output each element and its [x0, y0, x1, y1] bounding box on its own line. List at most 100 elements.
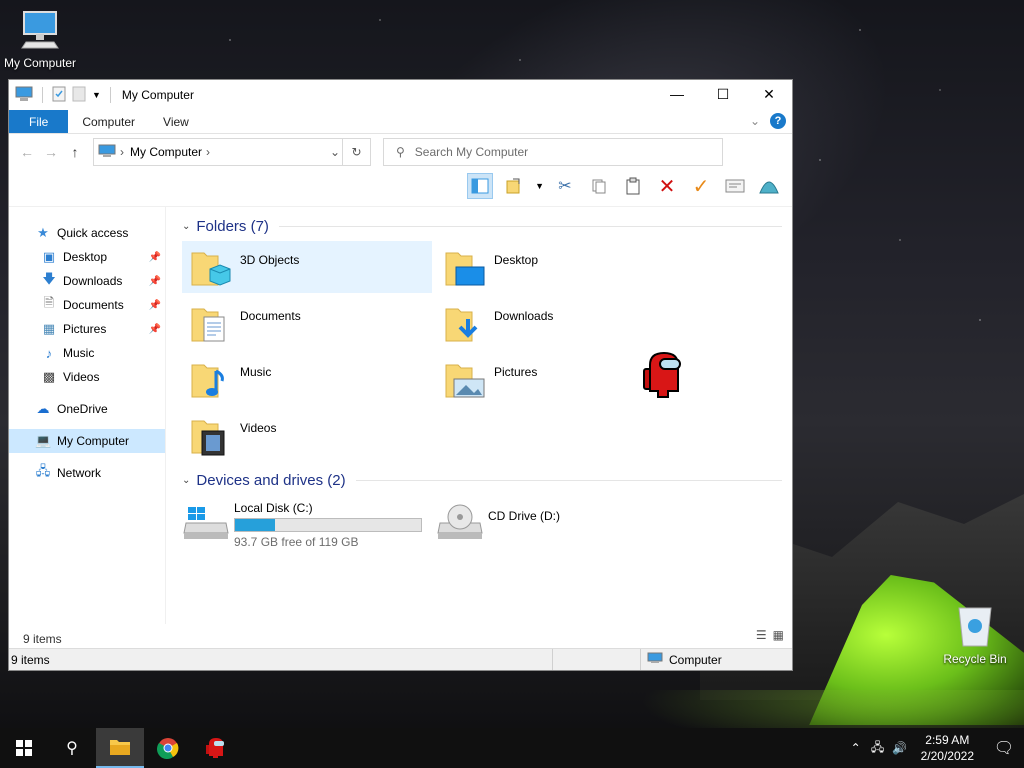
film-icon: ▩	[42, 369, 56, 384]
search-input[interactable]: ⚲ Search My Computer	[383, 138, 723, 166]
large-icons-view-icon[interactable]: ▦	[773, 628, 784, 642]
drive-local-disk-c[interactable]: Local Disk (C:) 93.7 GB free of 119 GB	[182, 499, 436, 553]
nav-my-computer[interactable]: 💻 My Computer	[9, 429, 165, 453]
properties-icon[interactable]	[52, 86, 66, 105]
network-icon[interactable]: 🖧	[867, 738, 889, 759]
nav-label: OneDrive	[57, 402, 108, 416]
pin-icon[interactable]: 📌	[149, 276, 161, 287]
nav-quick-access[interactable]: ★ Quick access	[9, 221, 165, 245]
quick-access-toolbar: ▼	[15, 86, 114, 105]
chevron-down-icon[interactable]: ⌄	[182, 475, 190, 486]
document-icon: 🗎	[43, 295, 55, 310]
email-icon[interactable]	[722, 173, 748, 199]
address-dropdown-icon[interactable]: ⌄	[330, 145, 340, 159]
nav-pictures[interactable]: ▦ Pictures 📌	[9, 317, 165, 341]
nav-music[interactable]: ♪ Music	[9, 341, 165, 365]
pin-icon[interactable]: 📌	[149, 324, 161, 335]
folder-documents[interactable]: Documents	[182, 297, 432, 349]
forward-button[interactable]: →	[39, 144, 63, 160]
group-title: Folders (7)	[196, 217, 269, 235]
folder-music[interactable]: Music	[182, 353, 432, 405]
nav-label: Network	[57, 466, 102, 480]
drive-free-space: 93.7 GB free of 119 GB	[234, 535, 359, 549]
nav-documents[interactable]: 🗎 Documents 📌	[9, 293, 165, 317]
ribbon-tabs: File Computer View ⌄ ?	[9, 110, 792, 134]
taskbar-file-explorer[interactable]	[96, 728, 144, 768]
search-button[interactable]: ⚲	[48, 728, 96, 768]
copy-icon[interactable]	[586, 173, 612, 199]
shell-icon[interactable]	[756, 173, 782, 199]
star-icon: ★	[37, 225, 49, 240]
title-bar[interactable]: ▼ My Computer — ☐ ✕	[9, 80, 792, 110]
nav-videos[interactable]: ▩ Videos	[9, 365, 165, 389]
cd-drive-icon	[437, 504, 483, 539]
folder-desktop[interactable]: Desktop	[436, 241, 686, 293]
taskbar-chrome[interactable]	[144, 728, 192, 768]
close-button[interactable]: ✕	[746, 80, 792, 108]
pin-icon[interactable]: 📌	[149, 252, 161, 263]
drives-group-header[interactable]: ⌄ Devices and drives (2)	[182, 469, 792, 491]
computer-icon	[98, 144, 116, 161]
drives-grid: Local Disk (C:) 93.7 GB free of 119 GB C…	[182, 499, 792, 553]
minimize-button[interactable]: —	[654, 80, 700, 108]
navigation-pane-button[interactable]	[467, 173, 494, 199]
recycle-bin-icon	[958, 607, 992, 647]
window-controls: — ☐ ✕	[654, 80, 792, 108]
refresh-button[interactable]: ↻	[342, 139, 370, 165]
rename-check-icon[interactable]: ✓	[688, 173, 714, 199]
crewmate-icon	[206, 738, 224, 758]
tab-view[interactable]: View	[149, 110, 203, 133]
folder-3d-objects[interactable]: 3D Objects	[182, 241, 432, 293]
nav-onedrive[interactable]: ☁ OneDrive	[9, 397, 165, 421]
download-arrow-icon: 🡇	[42, 271, 56, 286]
crewmate-character-icon[interactable]	[642, 351, 686, 401]
notifications-icon[interactable]: 🗨	[984, 738, 1024, 758]
desktop-icon-label: My Computer	[3, 56, 77, 70]
window-title: My Computer	[121, 88, 194, 102]
back-button[interactable]: ←	[15, 144, 39, 160]
explorer-window[interactable]: ▼ My Computer — ☐ ✕ File Computer View ⌄…	[8, 79, 793, 671]
chevron-down-icon[interactable]: ▼	[535, 181, 544, 191]
start-button[interactable]	[0, 728, 48, 768]
volume-icon[interactable]: 🔊	[889, 741, 911, 755]
maximize-button[interactable]: ☐	[700, 80, 746, 108]
network-icon: 🖧	[35, 463, 51, 478]
address-bar[interactable]: › My Computer › ⌄ ↻	[93, 138, 371, 166]
paste-icon[interactable]	[620, 173, 646, 199]
taskbar-among-us[interactable]	[192, 728, 240, 768]
cut-icon[interactable]: ✂	[552, 173, 578, 199]
up-button[interactable]: ↑	[63, 144, 87, 160]
new-folder-icon[interactable]	[72, 86, 86, 105]
folder-name: Downloads	[494, 309, 554, 323]
expand-ribbon-icon[interactable]: ⌄	[750, 114, 760, 128]
nav-network[interactable]: 🖧 Network	[9, 461, 165, 485]
nav-desktop[interactable]: ▣ Desktop 📌	[9, 245, 165, 269]
chevron-down-icon[interactable]: ▼	[92, 90, 101, 100]
drive-cd-d[interactable]: CD Drive (D:)	[436, 499, 686, 553]
details-view-icon[interactable]: ☰	[756, 628, 767, 642]
help-icon[interactable]: ?	[770, 113, 786, 129]
nav-downloads[interactable]: 🡇 Downloads 📌	[9, 269, 165, 293]
folder-documents-icon	[191, 308, 225, 342]
chevron-right-icon[interactable]: ›	[120, 145, 124, 159]
music-note-icon: ♪	[45, 345, 53, 361]
tab-file[interactable]: File	[9, 110, 69, 133]
pin-icon[interactable]: 📌	[149, 300, 161, 311]
clock[interactable]: 2:59 AM 2/20/2022	[921, 732, 974, 764]
chevron-right-icon[interactable]: ›	[206, 145, 210, 159]
folder-name: Music	[240, 365, 272, 379]
properties-icon[interactable]	[501, 173, 527, 199]
folder-videos[interactable]: Videos	[182, 409, 432, 461]
desktop-icon-recycle-bin[interactable]: Recycle Bin	[935, 602, 1015, 666]
chevron-down-icon[interactable]: ⌄	[182, 221, 190, 232]
delete-icon[interactable]: ✕	[654, 173, 680, 199]
nav-label: My Computer	[57, 434, 130, 448]
search-placeholder: Search My Computer	[414, 145, 529, 159]
folder-downloads[interactable]: Downloads	[436, 297, 686, 349]
tab-computer[interactable]: Computer	[68, 110, 149, 133]
folders-group-header[interactable]: ⌄ Folders (7)	[182, 215, 792, 237]
chevron-up-icon[interactable]: ⌃	[845, 741, 867, 755]
desktop-icon-my-computer[interactable]: My Computer	[0, 8, 80, 70]
taskbar: ⚲ ⌃ 🖧 🔊 2:59 AM 2/20/2022 🗨	[0, 728, 1024, 768]
